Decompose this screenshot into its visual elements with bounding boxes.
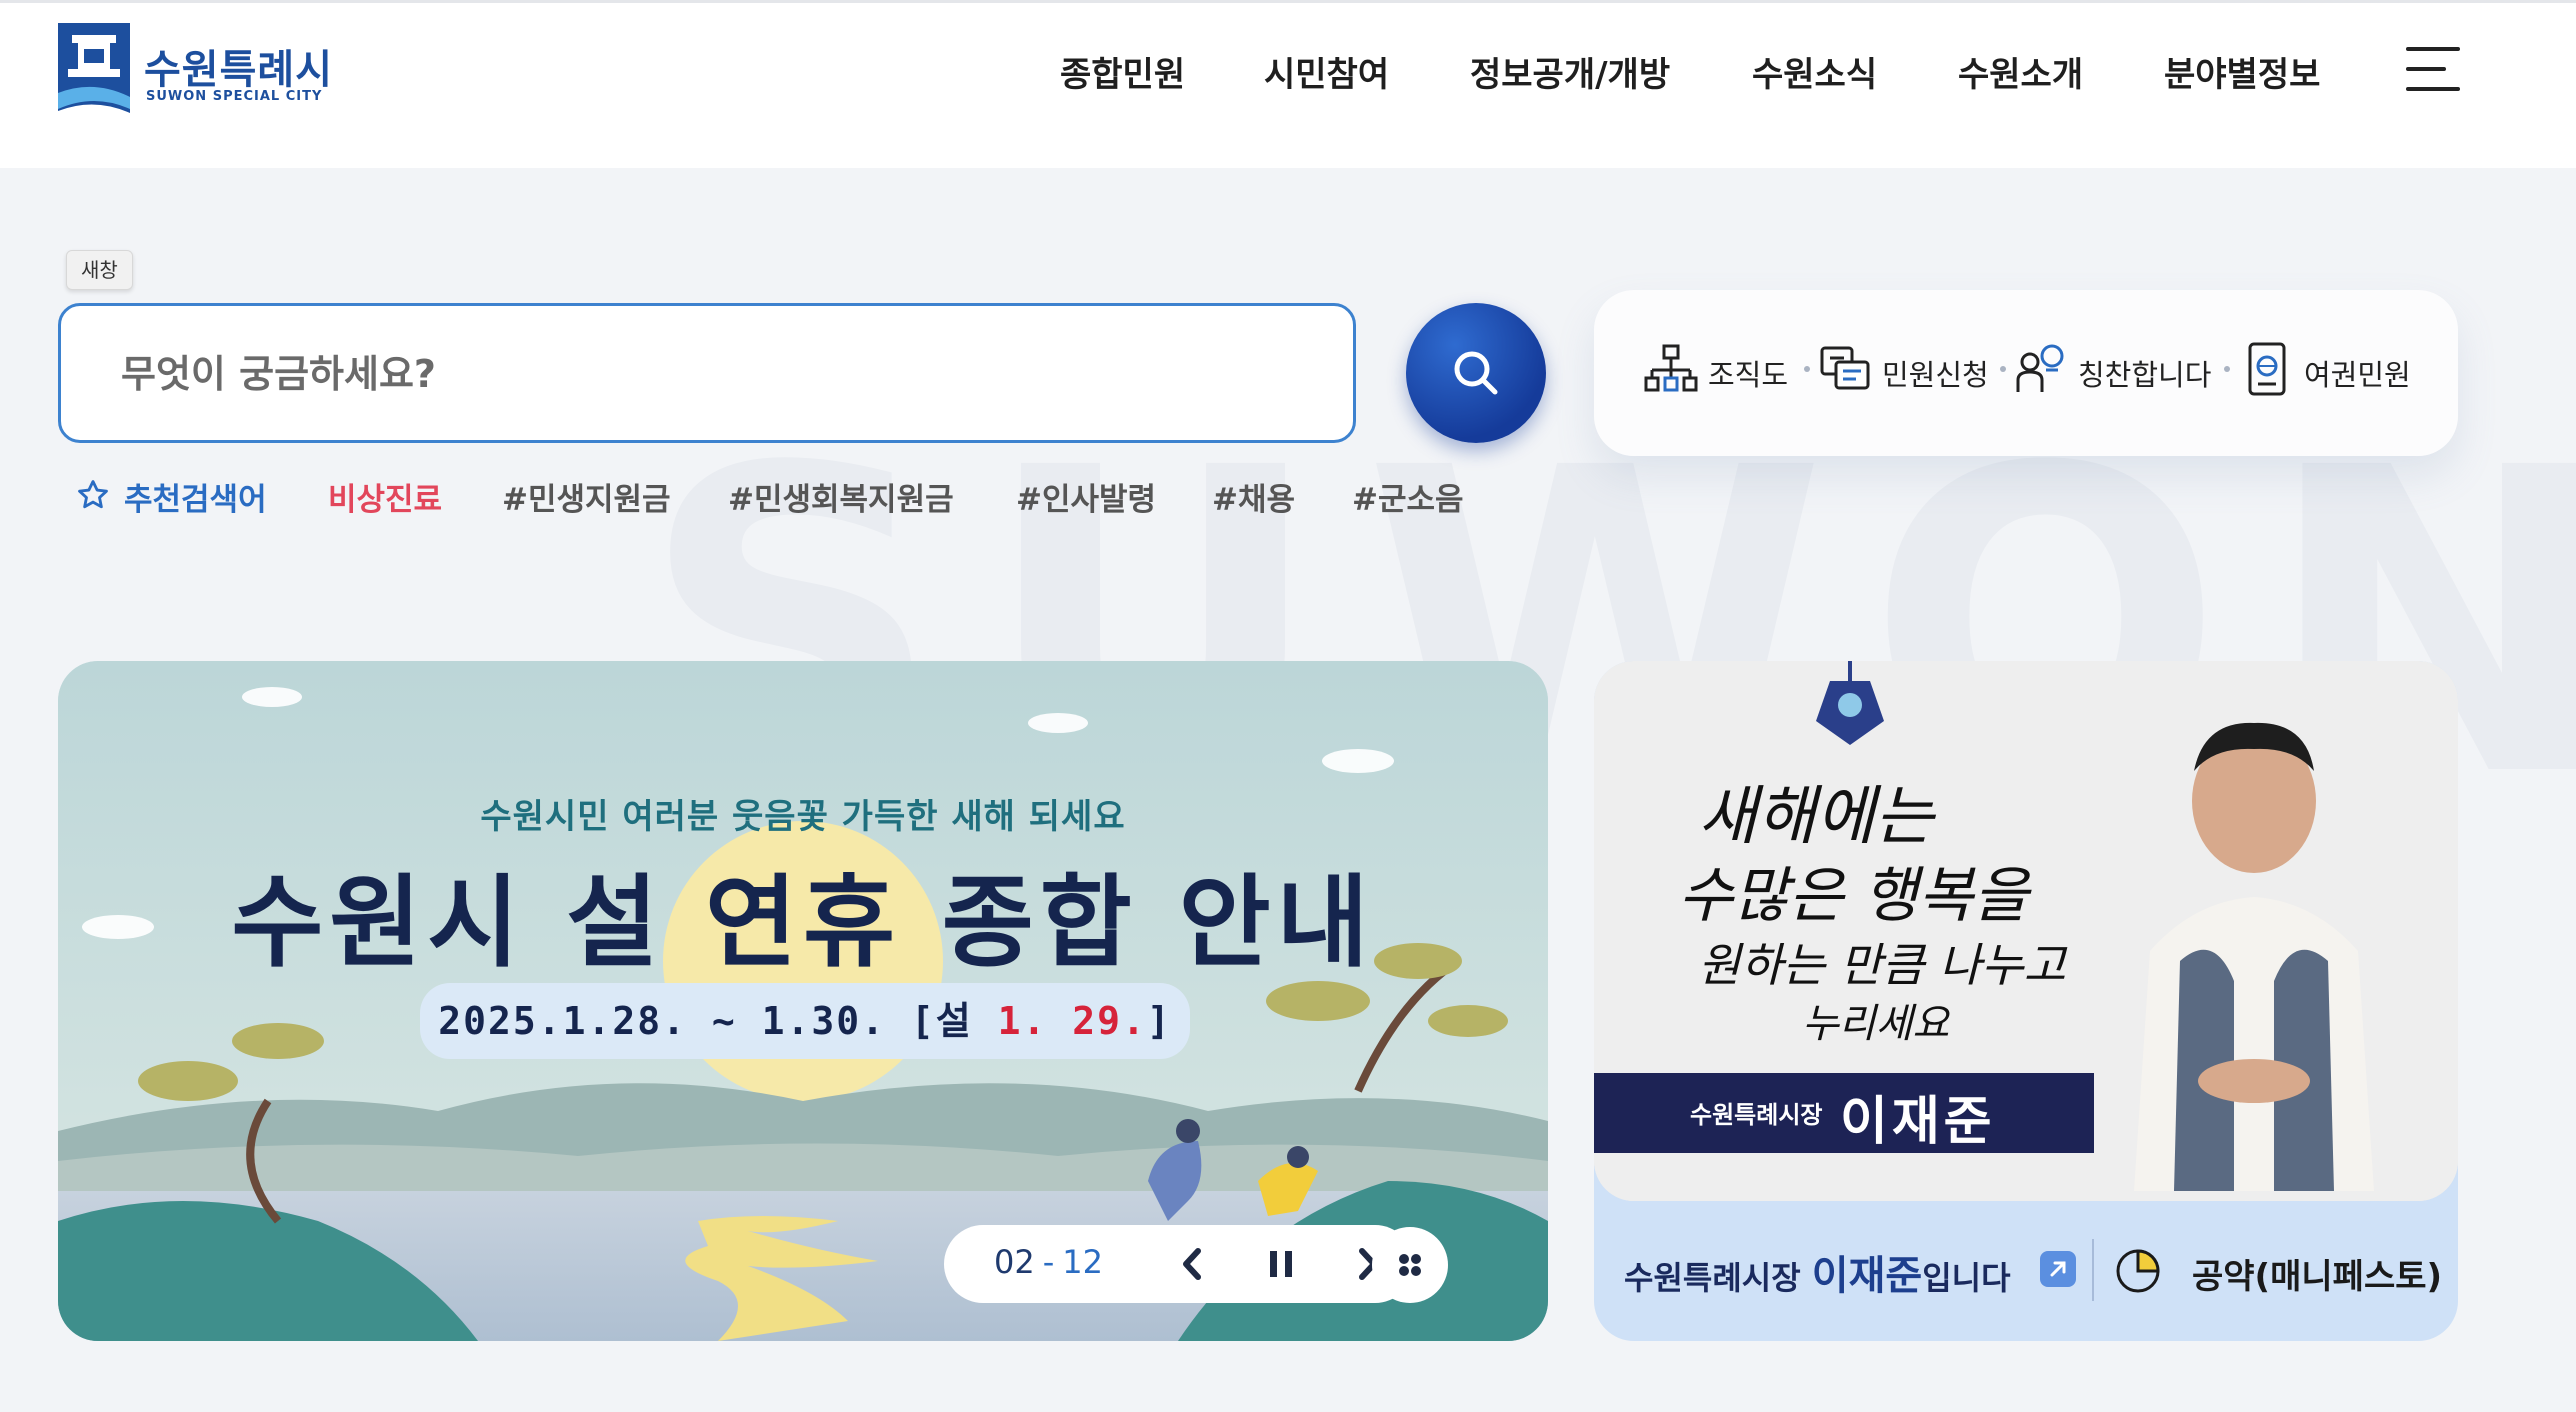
- slider-controls: 02-12: [944, 1225, 1414, 1303]
- banner-date-holiday: 1. 29.: [997, 999, 1147, 1043]
- grid-icon: [1399, 1254, 1421, 1276]
- external-link-icon[interactable]: [2040, 1251, 2076, 1287]
- nav-item-about[interactable]: 수원소개: [1958, 47, 2083, 96]
- slide-counter: 02-12: [994, 1243, 1103, 1281]
- nav-item-civil-service[interactable]: 종합민원: [1060, 47, 1185, 96]
- org-chart-icon: [1644, 344, 1698, 392]
- calligraphy-line: 수많은 행복을: [1678, 861, 2029, 931]
- pie-chart-icon: [2116, 1249, 2160, 1293]
- nav-item-news[interactable]: 수원소식: [1752, 47, 1877, 96]
- mayor-intro-suffix: 입니다: [1922, 1259, 2011, 1297]
- mayor-name: 이재준: [1840, 1092, 1996, 1152]
- mayor-intro-name: 이재준: [1811, 1253, 1923, 1299]
- banner-date-range: 2025.1.28. ~ 1.30. [설: [438, 999, 998, 1043]
- quick-link-label: 민원신청: [1882, 358, 1989, 392]
- main-banner-slider[interactable]: 수원시민 여러분 웃음꽃 가득한 새해 되세요 수원시 설 연휴 종합 안내 2…: [58, 661, 1548, 1341]
- mayor-intro-link[interactable]: 수원특례시장 이재준입니다: [1624, 1243, 2011, 1301]
- mayor-card: 새해에는 수많은 행복을 원하는 만큼 나누고 누리세요 수원특례시장 이재준 …: [1594, 661, 2458, 1341]
- slide-total: 12: [1062, 1243, 1103, 1281]
- praise-icon: [2016, 344, 2064, 392]
- mayor-intro-prefix: 수원특례시장: [1624, 1259, 1812, 1297]
- calligraphy-line: 누리세요: [1802, 1001, 1950, 1047]
- search-icon: [1454, 351, 1498, 395]
- logo-subtext: SUWON SPECIAL CITY: [146, 89, 323, 104]
- keyword-tag[interactable]: #인사발령: [1016, 474, 1156, 519]
- pledge-link[interactable]: 공약(매니페스토): [2192, 1249, 2442, 1298]
- keyword-tag[interactable]: 비상진료: [328, 474, 442, 519]
- search-box: [58, 303, 1356, 443]
- calligraphy-line: 원하는 만큼 나누고: [1698, 938, 2066, 992]
- view-all-slides-button[interactable]: [1372, 1227, 1448, 1303]
- hamburger-menu-icon[interactable]: [2406, 47, 2460, 91]
- search-button[interactable]: [1406, 303, 1546, 443]
- nav-item-participation[interactable]: 시민참여: [1264, 47, 1389, 96]
- logo-text: 수원특례시: [144, 47, 333, 93]
- mayor-title: 수원특례시장: [1690, 1101, 1823, 1129]
- mayor-greeting-image[interactable]: 새해에는 수많은 행복을 원하는 만큼 나누고 누리세요 수원특례시장 이재준: [1594, 661, 2458, 1201]
- pause-icon[interactable]: [1258, 1241, 1304, 1287]
- quick-link-label: 조직도: [1708, 358, 1789, 392]
- banner-date-close: ]: [1146, 999, 1172, 1043]
- banner-date: 2025.1.28. ~ 1.30. [설 1. 29.]: [420, 983, 1190, 1059]
- new-window-tooltip: 새창: [66, 250, 133, 290]
- slide-separator: -: [1042, 1243, 1055, 1281]
- passport-icon: [2248, 342, 2286, 396]
- keyword-tag[interactable]: #군소음: [1352, 474, 1464, 519]
- site-logo[interactable]: 수원특례시 SUWON SPECIAL CITY: [58, 23, 332, 125]
- nav-item-fields[interactable]: 분야별정보: [2164, 47, 2320, 96]
- star-icon: [78, 480, 108, 509]
- slide-current: 02: [994, 1243, 1035, 1281]
- keyword-tag[interactable]: #민생회복지원금: [728, 474, 954, 519]
- recommended-keywords-label: 추천검색어: [124, 482, 267, 518]
- keyword-tag[interactable]: #채용: [1212, 474, 1295, 519]
- divider: [2092, 1239, 2094, 1301]
- keyword-tag[interactable]: #민생지원금: [502, 474, 671, 519]
- search-input[interactable]: [121, 346, 1271, 402]
- quick-link-label: 여권민원: [2304, 358, 2411, 392]
- nav-item-information[interactable]: 정보공개/개방: [1470, 47, 1670, 96]
- calligraphy-line: 새해에는: [1698, 780, 1934, 854]
- banner-title: 수원시 설 연휴 종합 안내: [231, 864, 1375, 981]
- logo-emblem-icon: [58, 23, 130, 125]
- prev-slide-icon[interactable]: [1170, 1241, 1216, 1287]
- site-header: 수원특례시 SUWON SPECIAL CITY 종합민원 시민참여 정보공개/…: [0, 0, 2576, 168]
- quick-links-panel: 조직도 민원신청 칭찬합니다 여권민원: [1594, 290, 2458, 456]
- quick-link-label: 칭찬합니다: [2078, 358, 2212, 392]
- banner-subtitle: 수원시민 여러분 웃음꽃 가득한 새해 되세요: [480, 797, 1126, 837]
- civil-request-icon: [1820, 346, 1870, 390]
